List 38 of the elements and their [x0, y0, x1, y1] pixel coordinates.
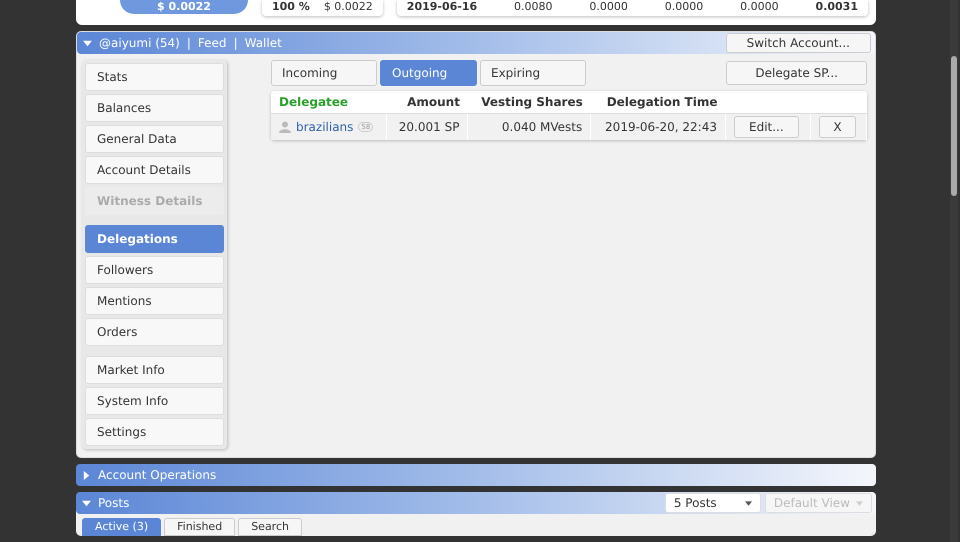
tab[interactable]: Finished — [164, 518, 236, 536]
tab[interactable]: Expiring — [480, 60, 586, 86]
table-cell: 0.040 MVests — [468, 114, 591, 140]
table-cell: 2019-06-20, 22:43 — [590, 114, 726, 140]
table-cell: 20.001 SP — [386, 114, 468, 140]
remove-button[interactable]: X — [819, 116, 856, 138]
summary-value: 0.0031 — [816, 0, 858, 15]
sidebar-item[interactable]: Market Info — [85, 356, 224, 384]
sidebar-item[interactable]: Orders — [85, 318, 224, 346]
summary-value: 0.0000 — [740, 0, 779, 15]
sidebar-item[interactable]: System Info — [85, 387, 224, 415]
user-link[interactable]: brazilians — [296, 120, 354, 134]
dropdown: Default View — [764, 493, 872, 513]
tab[interactable]: Search — [238, 518, 302, 536]
tab[interactable]: Incoming — [271, 60, 377, 86]
sidebar-item[interactable]: General Data — [85, 125, 224, 153]
summary-value: $ 0.0022 — [324, 0, 373, 15]
summary-value: 0.0000 — [664, 0, 704, 15]
summary-value: 100 % — [272, 0, 310, 15]
tab[interactable]: Outgoing — [380, 60, 477, 86]
sidebar-item[interactable]: Mentions — [85, 287, 224, 315]
sidebar-item[interactable]: Account Details — [85, 156, 224, 184]
sidebar-item: Witness Details — [85, 187, 224, 215]
delegate-button[interactable]: Delegate SP... — [726, 61, 867, 85]
sidebar-item[interactable]: Followers — [85, 256, 224, 284]
sidebar-item[interactable]: Settings — [85, 418, 224, 446]
dropdown[interactable]: 5 Posts — [664, 493, 761, 513]
summary-value: 0.0080 — [514, 0, 553, 15]
switch-account-button[interactable]: Switch Account... — [726, 33, 871, 53]
tab[interactable]: Active (3) — [82, 518, 162, 536]
edit-button[interactable]: Edit... — [734, 116, 799, 138]
summary-value: 2019-06-16 — [406, 0, 478, 15]
separator: | — [234, 36, 238, 50]
summary-value: 0.0000 — [589, 0, 628, 15]
sidebar-item[interactable]: Stats — [85, 63, 224, 91]
sidebar-item[interactable]: Delegations — [85, 225, 224, 253]
sidebar-item[interactable]: Balances — [85, 94, 224, 122]
separator: | — [186, 36, 191, 50]
